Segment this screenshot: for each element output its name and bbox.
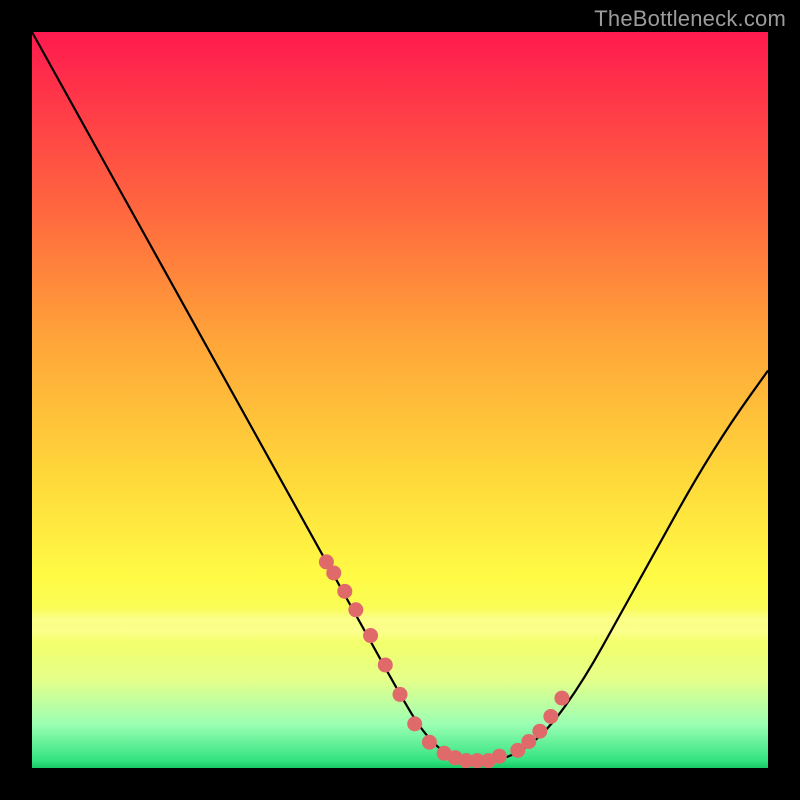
valley-marker [393, 687, 408, 702]
valley-marker [378, 657, 393, 672]
curve-layer [32, 32, 768, 768]
watermark-text: TheBottleneck.com [594, 6, 786, 32]
valley-marker [422, 735, 437, 750]
valley-marker [326, 565, 341, 580]
chart-frame: TheBottleneck.com [0, 0, 800, 800]
valley-marker [554, 691, 569, 706]
valley-marker [337, 584, 352, 599]
valley-marker [543, 709, 558, 724]
valley-marker [348, 602, 363, 617]
valley-marker [521, 734, 536, 749]
valley-marker [492, 749, 507, 764]
bottleneck-curve [32, 32, 768, 761]
valley-marker [363, 628, 378, 643]
valley-marker [532, 724, 547, 739]
valley-marker [407, 716, 422, 731]
valley-markers [319, 554, 570, 768]
plot-area [32, 32, 768, 768]
